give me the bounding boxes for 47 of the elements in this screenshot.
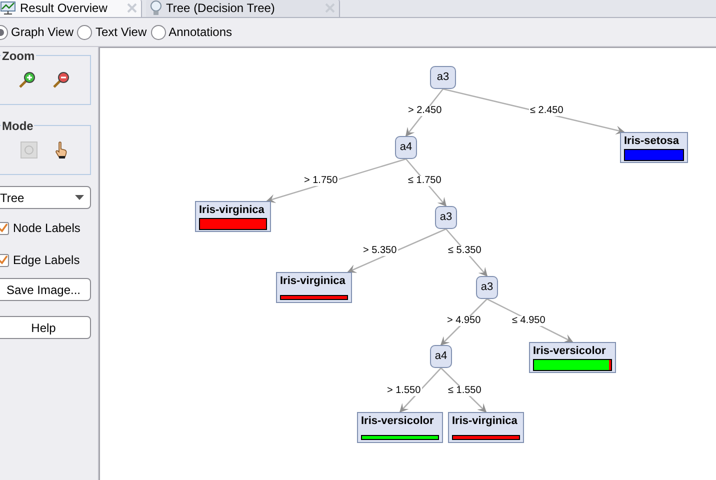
edge-label: > 2.450	[407, 106, 443, 116]
leaf-label: Iris-versicolor	[533, 344, 607, 358]
leaf-node[interactable]: Iris-versicolor	[357, 412, 443, 443]
checkbox-label: Edge Labels	[13, 252, 80, 269]
split-node[interactable]: a3	[476, 276, 498, 299]
edge-label: > 1.550	[386, 386, 422, 396]
zoom-out-icon[interactable]	[52, 71, 70, 89]
radio-button[interactable]	[150, 24, 166, 40]
radio-label: Annotations	[168, 24, 232, 41]
edge-label: ≤ 1.750	[407, 176, 442, 186]
split-node[interactable]: a3	[430, 66, 456, 89]
radio-label: Graph View	[11, 24, 74, 41]
edge-label: ≤ 5.350	[447, 246, 482, 256]
leaf-label: Iris-setosa	[624, 134, 680, 148]
leaf-node[interactable]: Iris-versicolor	[529, 342, 616, 373]
tab-label: Tree (Decision Tree)	[166, 0, 275, 17]
edge-label: > 1.750	[303, 176, 339, 186]
sidebar-button[interactable]: Help	[0, 316, 91, 339]
leaf-label: Iris-virginica	[280, 274, 346, 288]
leaf-node[interactable]: Iris-virginica	[276, 272, 352, 303]
leaf-label: Iris-virginica	[199, 203, 266, 217]
edge-label: > 5.350	[362, 246, 398, 256]
radio-button[interactable]	[77, 24, 92, 40]
chart-icon	[0, 1, 16, 15]
split-node[interactable]: a3	[435, 206, 457, 229]
edge-label: ≤ 1.550	[447, 386, 482, 396]
dropdown-arrow-icon	[75, 195, 84, 200]
leaf-node[interactable]: Iris-setosa	[620, 132, 688, 163]
zoom-in-icon[interactable]	[18, 71, 36, 89]
checkbox-label: Node Labels	[13, 220, 80, 237]
leaf-label: Iris-virginica	[452, 414, 518, 428]
radio-label: Text View	[95, 24, 147, 41]
leaf-label: Iris-versicolor	[361, 414, 435, 428]
layout-dropdown[interactable]: Tree	[0, 186, 91, 209]
lightbulb-icon	[150, 0, 162, 16]
edge-label: > 4.950	[446, 316, 482, 326]
tab-label: Result Overview	[20, 0, 108, 17]
edge-label: ≤ 2.450	[529, 106, 564, 116]
edge-label: ≤ 4.950	[511, 316, 546, 326]
hand-pointer-icon[interactable]	[54, 141, 68, 159]
tab[interactable]: Result Overview	[0, 0, 142, 17]
leaf-node[interactable]: Iris-virginica	[195, 201, 271, 232]
tab[interactable]: Tree (Decision Tree)	[146, 0, 340, 17]
sidebar-button[interactable]: Save Image...	[0, 278, 91, 301]
split-node[interactable]: a4	[395, 136, 417, 159]
split-node[interactable]: a4	[430, 345, 452, 368]
leaf-node[interactable]: Iris-virginica	[448, 412, 524, 443]
